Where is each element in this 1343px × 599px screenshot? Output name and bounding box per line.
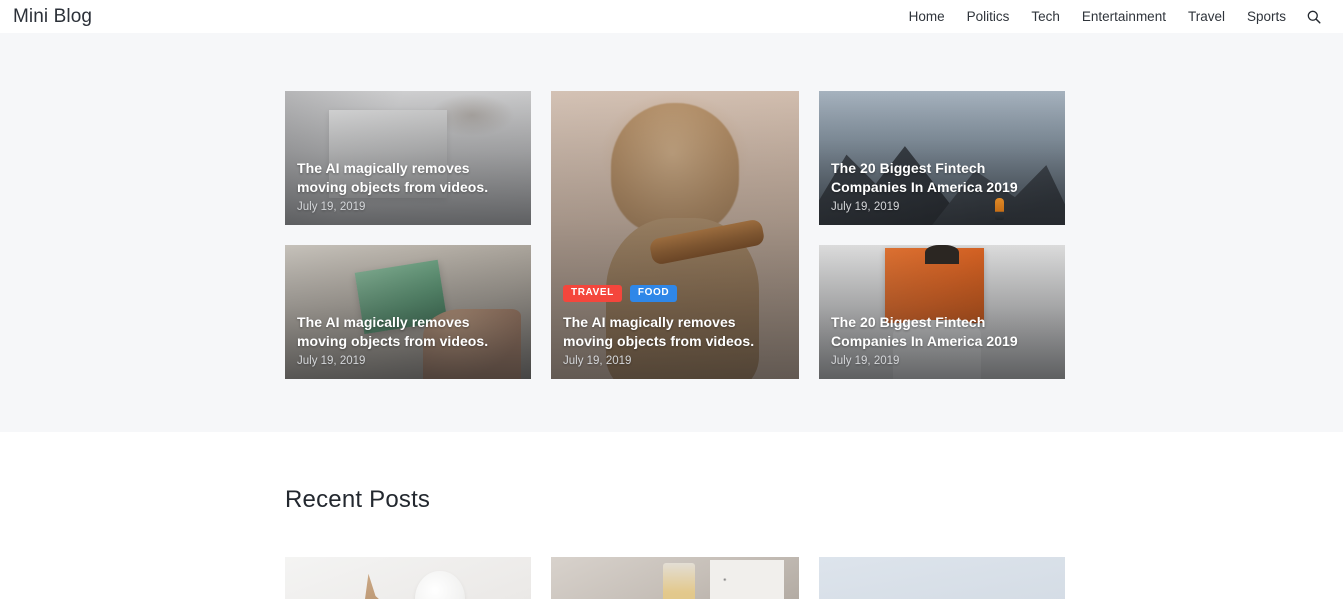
recent-posts-section: Recent Posts [0,432,1343,599]
card-date: July 19, 2019 [297,355,366,368]
card-date: July 19, 2019 [297,201,366,214]
recent-post-1[interactable] [285,557,531,599]
nav-item-sports[interactable]: Sports [1236,0,1297,33]
recent-image-plain [819,557,1065,599]
nav-item-tech[interactable]: Tech [1020,0,1071,33]
card-title[interactable]: The 20 Biggest Fintech Companies In Amer… [831,313,1051,350]
card-title[interactable]: The AI magically removes moving objects … [297,159,517,196]
tag-food[interactable]: FOOD [629,285,678,303]
search-icon[interactable] [1301,4,1327,30]
card-content: The AI magically removes moving objects … [285,313,531,379]
site-header: Mini Blog Home Politics Tech Entertainme… [0,0,1343,33]
section-title-recent-posts: Recent Posts [285,486,431,513]
nav-item-travel[interactable]: Travel [1177,0,1236,33]
person-head-detail [924,245,960,264]
card-title[interactable]: The 20 Biggest Fintech Companies In Amer… [831,159,1051,196]
card-tag-list: TRAVEL FOOD [563,285,785,303]
card-content: The 20 Biggest Fintech Companies In Amer… [819,313,1065,379]
card-date: July 19, 2019 [831,355,900,368]
recent-image-bottle [551,557,799,599]
recent-post-2[interactable] [551,557,799,599]
card-title[interactable]: The AI magically removes moving objects … [563,313,785,350]
card-content: The 20 Biggest Fintech Companies In Amer… [819,159,1065,225]
nav-item-home[interactable]: Home [898,0,956,33]
tag-travel[interactable]: TRAVEL [563,285,622,303]
card-content: TRAVEL FOOD The AI magically removes mov… [551,285,799,379]
card-content: The AI magically removes moving objects … [285,159,531,225]
nav-item-entertainment[interactable]: Entertainment [1071,0,1177,33]
featured-card-5[interactable]: The 20 Biggest Fintech Companies In Amer… [819,245,1065,379]
recent-posts-grid [285,557,1065,599]
card-date: July 19, 2019 [563,355,632,368]
site-brand[interactable]: Mini Blog [13,0,92,33]
recent-post-3[interactable] [819,557,1065,599]
featured-section: The AI magically removes moving objects … [0,33,1343,432]
recent-image-flower [285,557,531,599]
primary-navigation: Home Politics Tech Entertainment Travel … [898,0,1327,33]
featured-grid: The AI magically removes moving objects … [285,91,1065,379]
featured-card-3[interactable]: The 20 Biggest Fintech Companies In Amer… [819,91,1065,225]
featured-container: The AI magically removes moving objects … [0,91,1343,379]
featured-card-2[interactable]: TRAVEL FOOD The AI magically removes mov… [551,91,799,379]
recent-posts-container: Recent Posts [0,486,1343,599]
featured-card-4[interactable]: The AI magically removes moving objects … [285,245,531,379]
nav-item-politics[interactable]: Politics [956,0,1021,33]
featured-card-1[interactable]: The AI magically removes moving objects … [285,91,531,225]
card-date: July 19, 2019 [831,201,900,214]
card-title[interactable]: The AI magically removes moving objects … [297,313,517,350]
